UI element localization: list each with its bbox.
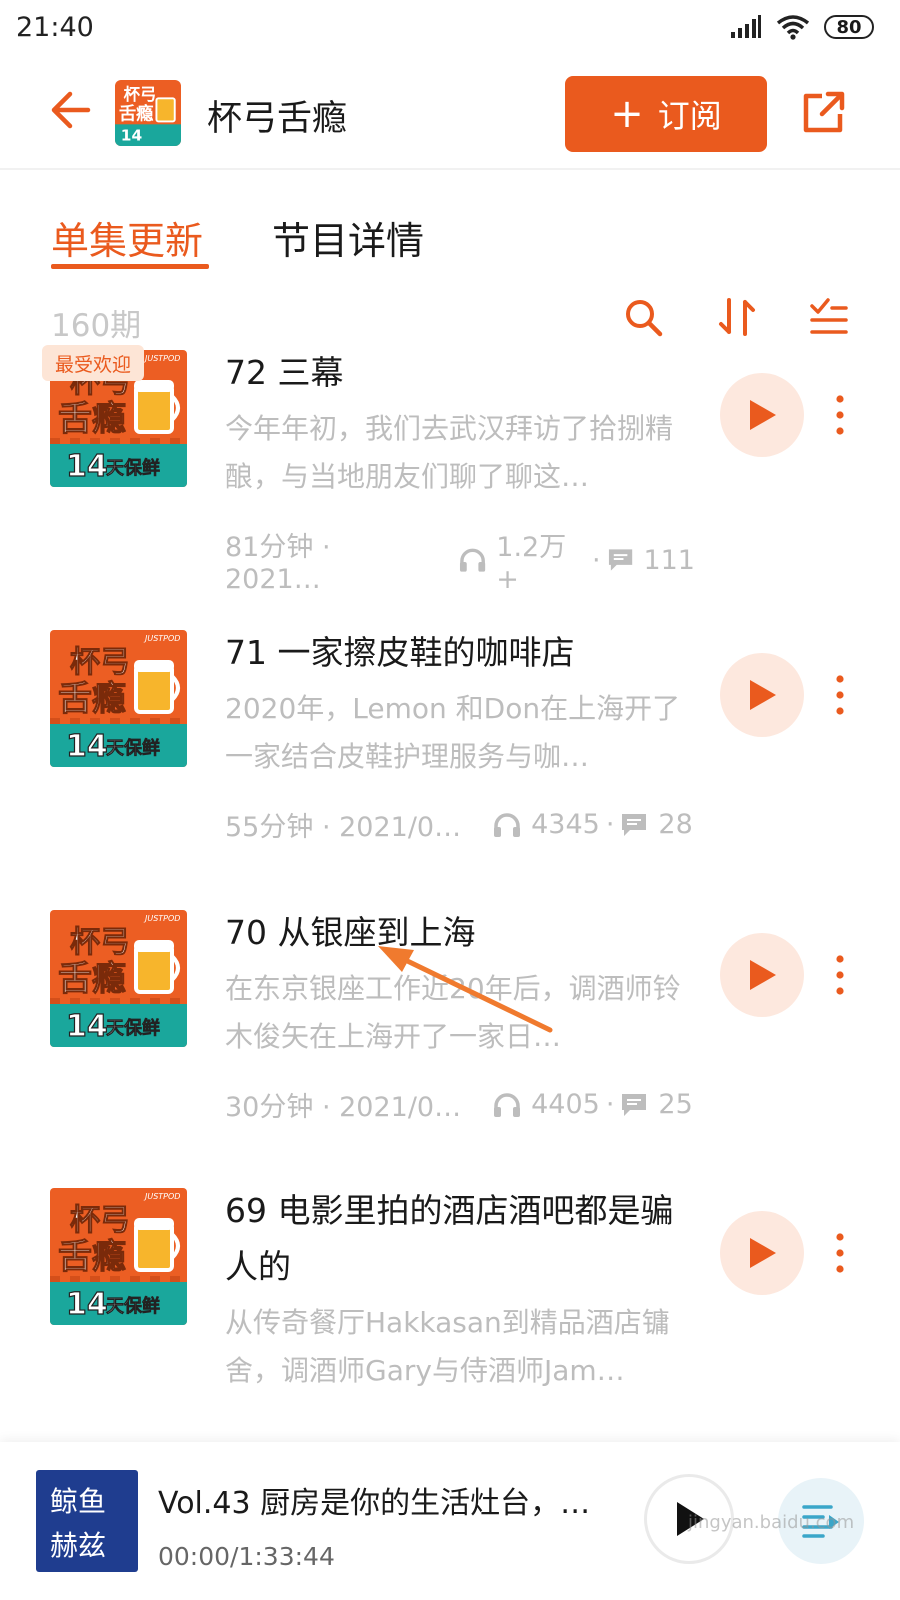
episode-title[interactable]: 69 电影里拍的酒店酒吧都是骗人的 xyxy=(225,1183,695,1295)
svg-text:14: 14 xyxy=(121,127,143,145)
svg-text:舌瘾: 舌瘾 xyxy=(58,399,126,439)
episode-title[interactable]: 70 从银座到上海 xyxy=(225,905,695,961)
episode-cover: JUSTPOD 杯弓 舌瘾 14 天保鲜 xyxy=(50,910,187,1047)
wifi-icon xyxy=(776,15,810,40)
svg-text:JUSTPOD: JUSTPOD xyxy=(143,1192,180,1201)
tab-details[interactable]: 节目详情 xyxy=(272,210,424,265)
svg-text:舌瘾: 舌瘾 xyxy=(58,679,126,719)
search-icon[interactable] xyxy=(622,296,664,338)
comment-count: 25 xyxy=(658,1089,693,1120)
episode-play-button[interactable] xyxy=(720,1211,804,1295)
svg-text:JUSTPOD: JUSTPOD xyxy=(143,914,180,923)
episode-play-button[interactable] xyxy=(720,373,804,457)
comment-count: 28 xyxy=(658,809,693,840)
headphones-icon xyxy=(494,812,521,837)
comment-count: 111 xyxy=(643,544,695,576)
tab-active-indicator xyxy=(51,264,209,269)
svg-text:JUSTPOD: JUSTPOD xyxy=(143,634,180,643)
svg-text:天保鲜: 天保鲜 xyxy=(106,737,160,759)
episode-title[interactable]: 72 三幕 xyxy=(225,345,695,401)
episode-cover: JUSTPOD 杯弓 舌瘾 14 天保鲜 xyxy=(50,630,187,767)
svg-text:舌瘾: 舌瘾 xyxy=(119,104,154,125)
play-icon xyxy=(750,680,776,710)
svg-text:天保鲜: 天保鲜 xyxy=(106,457,160,479)
share-icon[interactable] xyxy=(800,88,848,136)
episode-duration-date: 55分钟 · 2021/0… xyxy=(225,812,462,843)
status-bar: 21:40 80 xyxy=(0,0,900,62)
headphones-icon xyxy=(494,1092,521,1117)
status-time: 21:40 xyxy=(16,12,94,43)
back-arrow-icon[interactable] xyxy=(48,88,92,132)
svg-text:舌瘾: 舌瘾 xyxy=(58,1237,126,1277)
subscribe-label: 订阅 xyxy=(657,97,722,135)
episode-title[interactable]: 71 一家擦皮鞋的咖啡店 xyxy=(225,625,695,681)
episode-duration-date: 81分钟 · 2021… xyxy=(225,532,331,595)
battery-indicator: 80 xyxy=(824,15,874,39)
more-options-icon[interactable] xyxy=(832,393,848,437)
comment-icon xyxy=(622,1093,647,1116)
episode-play-button[interactable] xyxy=(720,933,804,1017)
svg-text:杯弓: 杯弓 xyxy=(70,645,130,680)
tab-episodes[interactable]: 单集更新 xyxy=(51,210,203,265)
comment-icon xyxy=(608,549,632,571)
popular-badge: 最受欢迎 xyxy=(42,345,144,381)
app-header: 杯弓 舌瘾 14 杯弓舌瘾 + 订阅 xyxy=(0,62,900,170)
play-icon xyxy=(750,960,776,990)
player-time: 00:00/1:33:44 xyxy=(158,1542,335,1571)
svg-text:杯弓: 杯弓 xyxy=(124,85,157,104)
episode-cover: JUSTPOD 杯弓 舌瘾 14 天保鲜 xyxy=(50,1188,187,1325)
podcast-cover-small: 杯弓 舌瘾 14 xyxy=(115,80,181,146)
play-icon xyxy=(750,1238,776,1268)
plus-icon: + xyxy=(610,91,644,137)
svg-text:14: 14 xyxy=(66,449,108,484)
player-cover: 鲸鱼 赫兹 xyxy=(36,1470,138,1572)
subscribe-button[interactable]: + 订阅 xyxy=(565,76,767,152)
episode-description: 在东京银座工作近20年后，调酒师铃木俊矢在上海开了一家日… xyxy=(225,972,681,1053)
play-icon xyxy=(750,400,776,430)
episode-meta: 55分钟 · 2021/0… 4345 · 28 xyxy=(225,805,695,844)
svg-text:舌瘾: 舌瘾 xyxy=(58,959,126,999)
svg-text:天保鲜: 天保鲜 xyxy=(106,1295,160,1317)
more-options-icon[interactable] xyxy=(832,1231,848,1275)
svg-text:杯弓: 杯弓 xyxy=(70,1203,130,1238)
svg-text:天保鲜: 天保鲜 xyxy=(106,1017,160,1039)
more-options-icon[interactable] xyxy=(832,953,848,997)
podcast-title: 杯弓舌瘾 xyxy=(207,99,348,139)
play-count: 4405 xyxy=(531,1089,600,1120)
episode-description: 从传奇餐厅Hakkasan到精品酒店镛舍，调酒师Gary与侍酒师Jam… xyxy=(225,1306,670,1387)
more-options-icon[interactable] xyxy=(832,673,848,717)
multi-select-icon[interactable] xyxy=(808,296,850,338)
episode-duration-date: 30分钟 · 2021/0… xyxy=(225,1092,462,1123)
episode-description: 2020年，Lemon 和Don在上海开了一家结合皮鞋护理服务与咖… xyxy=(225,692,681,773)
signal-icon xyxy=(731,15,761,38)
comment-icon xyxy=(622,813,647,836)
svg-text:JUSTPOD: JUSTPOD xyxy=(143,354,180,363)
play-count: 4345 xyxy=(531,809,600,840)
episode-description: 今年年初，我们去武汉拜访了拾捌精酿，与当地朋友们聊了聊这… xyxy=(225,412,674,493)
sort-icon[interactable] xyxy=(716,296,758,338)
episode-meta: 81分钟 · 2021… 1.2万+ · 111 xyxy=(225,525,695,595)
svg-text:杯弓: 杯弓 xyxy=(70,925,130,960)
play-count: 1.2万+ xyxy=(496,532,567,595)
player-title: Vol.43 厨房是你的生活灶台，… xyxy=(158,1486,591,1521)
episode-count: 160期 xyxy=(51,308,142,344)
headphones-icon xyxy=(460,548,486,572)
svg-text:14: 14 xyxy=(66,729,108,764)
svg-text:14: 14 xyxy=(66,1287,108,1322)
episode-play-button[interactable] xyxy=(720,653,804,737)
watermark: jingyan.baidu.com xyxy=(688,1512,855,1533)
svg-text:14: 14 xyxy=(66,1009,108,1044)
episode-meta: 30分钟 · 2021/0… 4405 · 25 xyxy=(225,1085,695,1124)
